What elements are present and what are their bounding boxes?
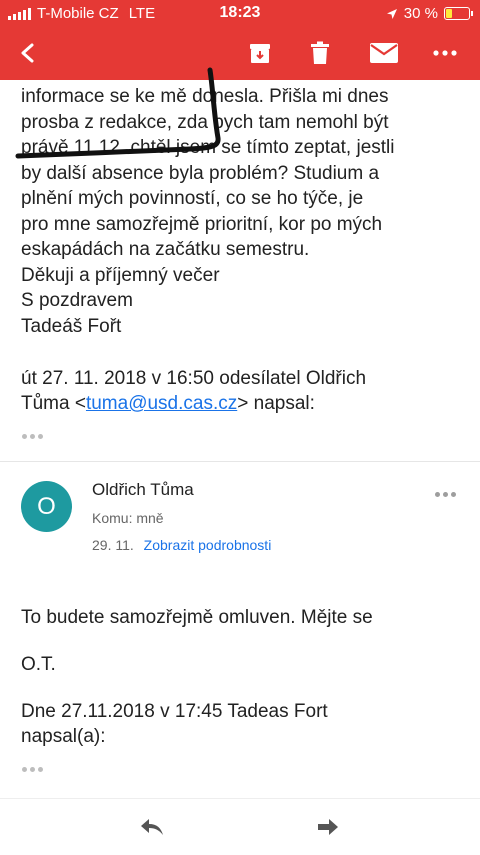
avatar[interactable]: O (21, 481, 72, 532)
reply-signature: O.T. (21, 654, 56, 675)
message-more-icon[interactable] (435, 492, 456, 497)
quote-header-line2: napsal(a): (21, 726, 106, 747)
battery-icon (444, 7, 473, 20)
ink-stroke-annotation (15, 67, 221, 159)
quote-name: Tůma < (21, 393, 86, 414)
message-divider (0, 461, 480, 462)
quote-header-line: Dne 27.11.2018 v 17:45 Tadeas Fort (21, 701, 328, 722)
message-date-row: 29. 11. Zobrazit podrobnosti (92, 537, 271, 553)
forward-icon[interactable] (308, 809, 348, 845)
sender-name: Oldřich Tůma (92, 480, 194, 499)
body-line: plnění mých povinností, co se ho týče, j… (21, 188, 364, 209)
archive-icon[interactable] (240, 26, 280, 80)
recipient-line: Komu: mně (92, 510, 164, 526)
body-line: eskapádách na začátku semestru. (21, 239, 310, 260)
reply-icon[interactable] (132, 809, 172, 845)
body-line: pro mne samozřejmě prioritní, kor po mýc… (21, 213, 383, 235)
quote-tail: > napsal: (237, 393, 315, 414)
more-icon[interactable] (425, 26, 465, 80)
bottom-action-bar (0, 798, 480, 855)
battery-percent: 30 % (403, 5, 438, 22)
location-icon (386, 8, 397, 19)
reply-body-line: To budete samozřejmě omluven. Mějte se (21, 607, 373, 628)
email-link[interactable]: tuma@usd.cas.cz (86, 393, 237, 414)
show-trimmed-content-button[interactable] (22, 434, 43, 439)
message-date: 29. 11. (92, 537, 134, 553)
quote-header-line: út 27. 11. 2018 v 16:50 odesílatel Oldři… (21, 368, 367, 389)
status-bar: T-Mobile CZ LTE 18:23 30 % (0, 0, 480, 26)
mail-icon[interactable] (362, 26, 406, 80)
battery-info: 30 % (386, 5, 473, 22)
body-line: S pozdravem (21, 290, 133, 311)
body-line: Tadeáš Fořt (21, 315, 122, 337)
quote-header-line2: Tůma <tuma@usd.cas.cz> napsal: (21, 391, 461, 417)
show-details-link[interactable]: Zobrazit podrobnosti (144, 537, 272, 553)
trash-icon[interactable] (300, 26, 340, 80)
body-line: Děkuji a příjemný večer (21, 264, 220, 286)
show-trimmed-content-button[interactable] (22, 767, 43, 772)
